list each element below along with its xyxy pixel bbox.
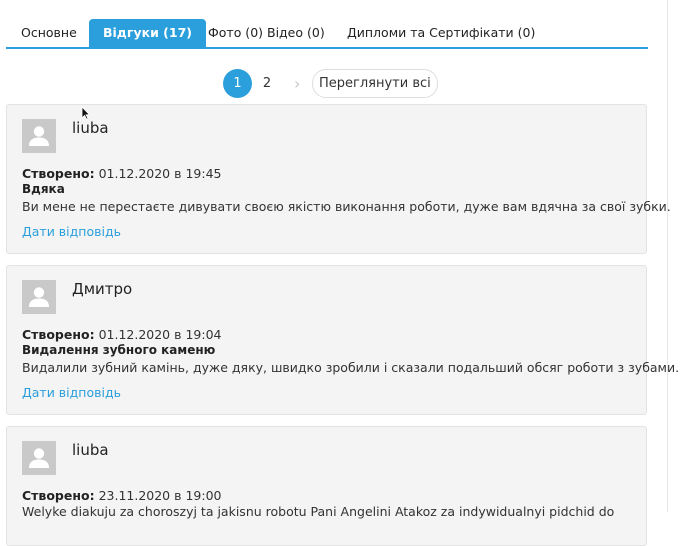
review-card: liuba Створено: 01.12.2020 в 19:45 Вдяка… <box>6 104 671 254</box>
avatar <box>22 119 56 153</box>
avatar <box>22 280 56 314</box>
pagination: 1 2 › Переглянути всі <box>0 69 692 99</box>
tab-photo-video[interactable]: Фото (0) Відео (0) <box>208 19 325 47</box>
review-author: Дмитро <box>72 280 133 298</box>
review-text: Ви мене не перестаєте дивувати своєю які… <box>22 199 671 214</box>
review-author: liuba <box>72 119 109 137</box>
review-title: Вдяка <box>22 182 65 196</box>
view-all-button[interactable]: Переглянути всі <box>312 69 438 98</box>
user-icon <box>29 287 49 307</box>
review-created: Створено: 01.12.2020 в 19:04 <box>22 327 222 342</box>
review-created: Створено: 23.11.2020 в 19:00 <box>22 488 222 503</box>
avatar <box>22 441 56 475</box>
tab-diplomas[interactable]: Дипломи та Сертифікати (0) <box>347 19 535 47</box>
reply-link[interactable]: Дати відповідь <box>22 224 121 239</box>
next-page-icon[interactable]: › <box>294 69 300 98</box>
review-created: Створено: 01.12.2020 в 19:45 <box>22 166 222 181</box>
mouse-cursor-icon <box>81 106 91 120</box>
user-icon <box>29 126 49 146</box>
review-card: liuba Створено: 23.11.2020 в 19:00 Welyk… <box>6 426 647 546</box>
review-title: Видалення зубного каменю <box>22 343 216 357</box>
tab-reviews[interactable]: Відгуки (17) <box>89 19 207 47</box>
user-icon <box>29 448 49 468</box>
profile-tabs: Основне Відгуки (17) Фото (0) Відео (0) … <box>6 19 648 49</box>
page-1-button[interactable]: 1 <box>223 69 252 98</box>
review-card: Дмитро Створено: 01.12.2020 в 19:04 Вида… <box>6 265 679 415</box>
page-2-button[interactable]: 2 <box>258 69 276 98</box>
review-text: Видалили зубний камінь, дуже дяку, швидк… <box>22 360 680 375</box>
tab-main[interactable]: Основне <box>21 19 77 47</box>
reply-link[interactable]: Дати відповідь <box>22 385 121 400</box>
review-author: liuba <box>72 441 109 459</box>
